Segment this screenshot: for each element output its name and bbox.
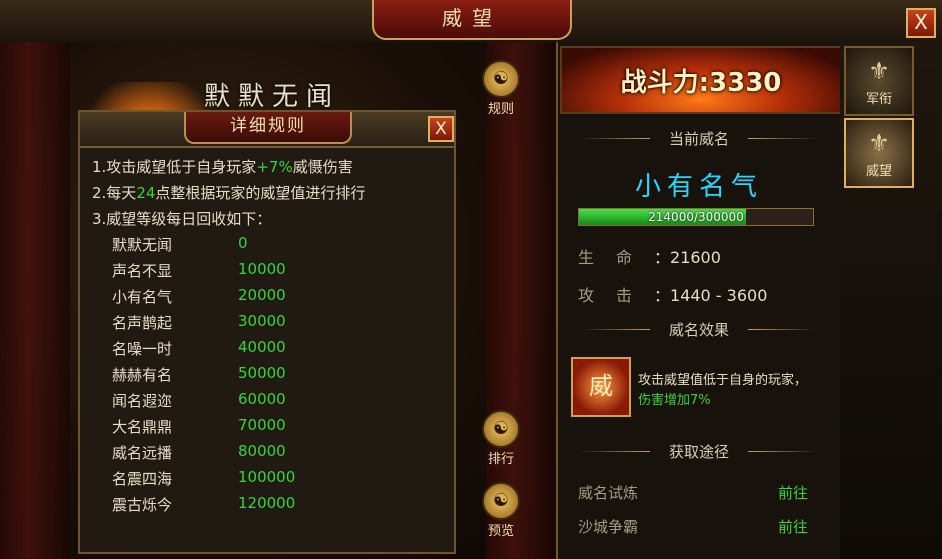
table-row: 威名远播 80000: [112, 442, 412, 468]
table-row: 名噪一时 40000: [112, 338, 412, 364]
stat-label: 生命: [578, 248, 655, 267]
table-row: 大名鼎鼎 70000: [112, 416, 412, 442]
route-name: 沙城争霸: [578, 518, 639, 536]
stat-attack: 攻击：1440 - 3600: [578, 282, 767, 306]
preview-button[interactable]: ☯ 预览: [478, 482, 524, 539]
preview-button-label: 预览: [487, 524, 514, 539]
progress-text: 214000/300000: [648, 210, 744, 224]
rule1-highlight: +7%: [256, 158, 293, 176]
rules-button-label: 规则: [487, 102, 514, 117]
obtain-heading: 获取途径: [560, 441, 838, 461]
effect-bonus: 伤害增加7%: [638, 393, 711, 408]
current-title-heading: 当前威名: [560, 128, 838, 148]
table-row: 赫赫有名 50000: [112, 364, 412, 390]
level-name: 震古烁今: [112, 496, 173, 514]
combat-power-text: 战斗力:3330: [620, 68, 782, 98]
window-close-button[interactable]: X: [906, 8, 936, 38]
preview-icon: ☯: [482, 482, 520, 520]
effect-heading: 威名效果: [560, 319, 838, 339]
table-row: 默默无闻 0: [112, 234, 412, 260]
rule-icon: ☯: [482, 60, 520, 98]
level-value: 0: [238, 234, 248, 252]
rule2-suffix: 点整根据玩家的威望值进行排行: [155, 184, 366, 202]
level-value: 40000: [238, 338, 286, 356]
level-value: 10000: [238, 260, 286, 278]
popup-close-button[interactable]: X: [428, 116, 454, 142]
rule-line-1: 1.攻击威望低于自身玩家+7%威慑伤害: [92, 156, 353, 177]
route-go-link[interactable]: 前往: [778, 482, 808, 503]
level-value: 50000: [238, 364, 286, 382]
popup-title: 详细规则: [184, 112, 352, 144]
table-row: 名震四海 100000: [112, 468, 412, 494]
route-name: 威名试炼: [578, 484, 639, 502]
prestige-progress-bar: 214000/300000: [578, 208, 814, 226]
curtain-decoration: [0, 42, 70, 559]
combat-power-banner: 战斗力:3330: [560, 46, 842, 114]
level-name: 名声鹊起: [112, 314, 173, 332]
level-name: 大名鼎鼎: [112, 418, 173, 436]
prestige-effect-icon: 威: [571, 357, 631, 417]
ranking-button[interactable]: ☯ 排行: [478, 410, 524, 467]
tab-label: 军衔: [865, 92, 892, 107]
level-value: 100000: [238, 468, 296, 486]
level-value: 60000: [238, 390, 286, 408]
rule1-prefix: 1.攻击威望低于自身玩家: [92, 158, 257, 176]
current-rank-name: 小有名气: [634, 172, 763, 202]
level-value: 70000: [238, 416, 286, 434]
rule2-prefix: 2.每天: [92, 184, 137, 202]
rules-button[interactable]: ☯ 规则: [478, 60, 524, 117]
stat-label: 攻击: [578, 286, 655, 305]
rule-line-2: 2.每天24点整根据玩家的威望值进行排行: [92, 182, 365, 203]
level-name: 名震四海: [112, 470, 173, 488]
tab-label: 威望: [865, 164, 892, 179]
route-go-link[interactable]: 前往: [778, 516, 808, 537]
scene-rank-title: 默默无闻: [204, 82, 341, 112]
level-name: 赫赫有名: [112, 366, 173, 384]
detail-rules-popup: 详细规则 X 1.攻击威望低于自身玩家+7%威慑伤害 2.每天24点整根据玩家的…: [78, 110, 456, 554]
tab-military-rank[interactable]: ⚜ 军衔: [844, 46, 914, 116]
level-value: 80000: [238, 442, 286, 460]
table-row: 闻名遐迩 60000: [112, 390, 412, 416]
rank-list-icon: ☯: [482, 410, 520, 448]
table-row: 小有名气 20000: [112, 286, 412, 312]
level-value: 30000: [238, 312, 286, 330]
rule1-suffix: 威慑伤害: [292, 158, 353, 176]
prestige-icon: ⚜: [868, 129, 890, 157]
ranking-button-label: 排行: [487, 452, 514, 467]
rule2-highlight: 24: [136, 184, 156, 202]
effect-description: 攻击威望值低于自身的玩家，: [638, 373, 808, 388]
level-name: 小有名气: [112, 288, 173, 306]
tab-prestige[interactable]: ⚜ 威望: [844, 118, 914, 188]
table-row: 名声鹊起 30000: [112, 312, 412, 338]
table-row: 声名不显 10000: [112, 260, 412, 286]
level-value: 120000: [238, 494, 296, 512]
level-name: 名噪一时: [112, 340, 173, 358]
stat-value: ：21600: [654, 248, 721, 267]
stat-hp: 生命：21600: [578, 244, 721, 268]
military-rank-icon: ⚜: [868, 57, 890, 85]
window-title: 威望: [372, 0, 572, 40]
stat-value: ：1440 - 3600: [654, 286, 768, 305]
table-row: 震古烁今 120000: [112, 494, 412, 520]
level-value: 20000: [238, 286, 286, 304]
tab-column: ⚜ 军衔 ⚜ 威望: [840, 42, 942, 559]
rule-line-3: 3.威望等级每日回收如下：: [92, 210, 272, 228]
level-name: 声名不显: [112, 262, 173, 280]
level-name: 威名远播: [112, 444, 173, 462]
level-name: 默默无闻: [112, 236, 173, 254]
level-name: 闻名遐迩: [112, 392, 173, 410]
